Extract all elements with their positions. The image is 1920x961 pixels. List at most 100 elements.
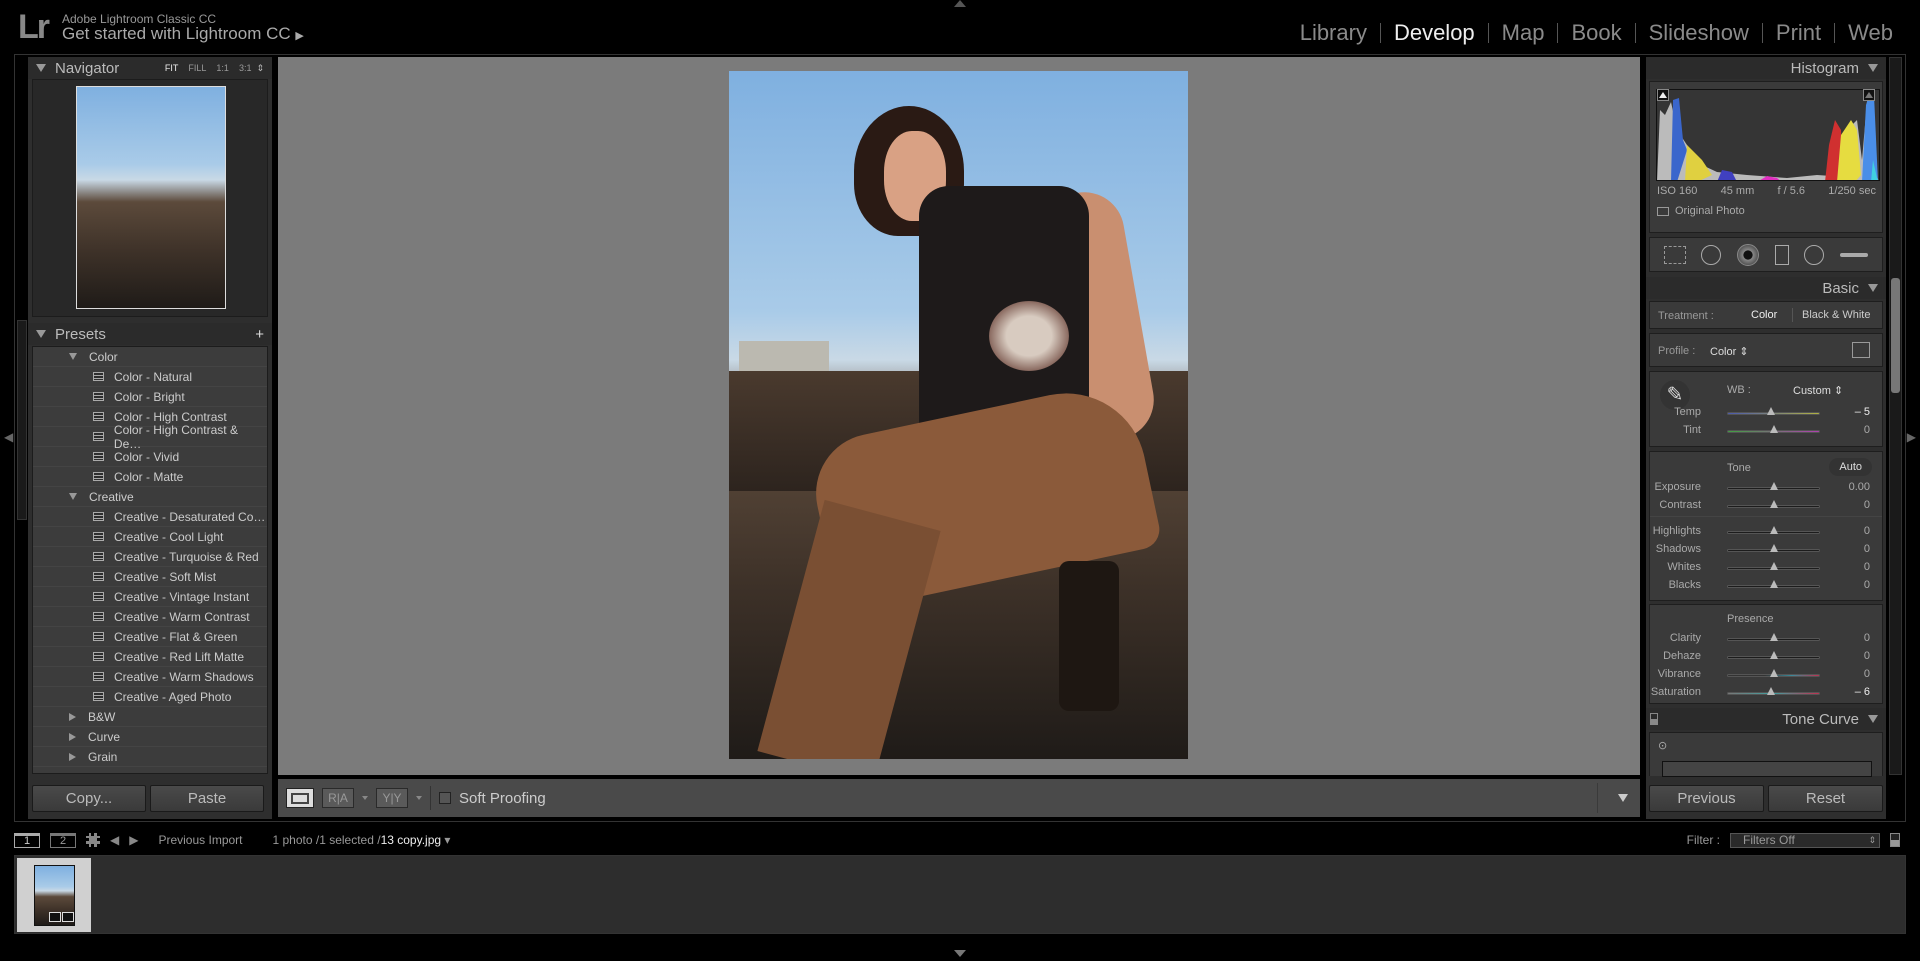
module-book[interactable]: Book	[1558, 20, 1634, 46]
module-slideshow[interactable]: Slideshow	[1636, 20, 1762, 46]
loupe-view-button[interactable]	[286, 788, 314, 808]
histogram-header[interactable]: Histogram	[1646, 57, 1886, 79]
slider-shadows[interactable]: Shadows 0	[1650, 542, 1882, 558]
forward-arrow-icon[interactable]: ▶	[129, 833, 138, 847]
slider-thumb[interactable]	[1769, 482, 1778, 490]
toolbar-menu-icon[interactable]	[1618, 794, 1628, 802]
targeted-adjustment-icon[interactable]: ⊙	[1658, 739, 1667, 752]
scrollbar-thumb[interactable]	[1891, 278, 1900, 393]
module-print[interactable]: Print	[1763, 20, 1834, 46]
spot-removal-icon[interactable]	[1701, 244, 1722, 265]
slider-value[interactable]: 0	[1830, 543, 1870, 555]
slider-value[interactable]: 0	[1830, 579, 1870, 591]
before-after-split-button[interactable]: Y|Y	[376, 788, 408, 808]
slider-vibrance[interactable]: Vibrance 0	[1650, 667, 1882, 683]
radial-filter-icon[interactable]	[1804, 244, 1825, 265]
slider-value[interactable]: – 6	[1830, 686, 1870, 698]
slider-value[interactable]: 0	[1830, 424, 1870, 436]
slider-saturation[interactable]: Saturation – 6	[1650, 685, 1882, 701]
right-panel-toggle[interactable]: ▶	[1907, 430, 1916, 444]
preset-folder[interactable]: Curve	[33, 727, 267, 747]
zoom-option-fit[interactable]: FIT	[165, 63, 179, 73]
slider-value[interactable]: 0	[1830, 650, 1870, 662]
preset-item[interactable]: Creative - Warm Contrast	[33, 607, 267, 627]
previous-button[interactable]: Previous	[1649, 785, 1764, 812]
highlight-clipping-toggle[interactable]	[1863, 89, 1875, 101]
slider-thumb[interactable]	[1769, 651, 1778, 659]
slider-thumb[interactable]	[1769, 544, 1778, 552]
auto-tone-button[interactable]: Auto	[1829, 458, 1872, 476]
second-window-button[interactable]: 2	[50, 832, 76, 848]
preset-item[interactable]: Color - High Contrast & De…	[33, 423, 267, 451]
dropdown-icon[interactable]	[416, 796, 422, 800]
tone-curve-graph[interactable]	[1662, 761, 1872, 777]
preset-folder[interactable]: Grain	[33, 747, 267, 767]
filmstrip-info[interactable]: 1 photo /1 selected /13 copy.jpg ▾	[273, 833, 451, 847]
slider-whites[interactable]: Whites 0	[1650, 560, 1882, 576]
right-panel-scrollbar[interactable]	[1889, 57, 1902, 775]
tone-curve-header[interactable]: Tone Curve	[1646, 708, 1886, 730]
navigator-header[interactable]: Navigator FIT FILL 1:1 3:1 ⇕	[28, 57, 272, 79]
profile-browser-icon[interactable]	[1852, 342, 1870, 358]
slider-thumb[interactable]	[1766, 407, 1775, 415]
slider-value[interactable]: 0.00	[1830, 481, 1870, 493]
slider-thumb[interactable]	[1769, 526, 1778, 534]
dropdown-icon[interactable]	[362, 796, 368, 800]
zoom-option-1-1[interactable]: 1:1	[216, 63, 229, 73]
shadow-clipping-toggle[interactable]	[1657, 89, 1669, 101]
module-library[interactable]: Library	[1287, 20, 1380, 46]
graduated-filter-icon[interactable]	[1774, 244, 1789, 265]
image-canvas[interactable]	[278, 57, 1640, 775]
adjustment-brush-icon[interactable]	[1840, 252, 1869, 257]
preset-item[interactable]: Color - Bright	[33, 387, 267, 407]
histogram-chart[interactable]	[1656, 89, 1880, 181]
module-web[interactable]: Web	[1835, 20, 1906, 46]
slider-blacks[interactable]: Blacks 0	[1650, 578, 1882, 594]
slider-thumb[interactable]	[1769, 669, 1778, 677]
slider-value[interactable]: – 5	[1830, 406, 1870, 418]
slider-dehaze[interactable]: Dehaze 0	[1650, 649, 1882, 665]
original-photo-toggle[interactable]: Original Photo	[1657, 205, 1745, 217]
wb-select[interactable]: Custom ⇕	[1793, 384, 1843, 397]
preset-item[interactable]: Creative - Desaturated Co…	[33, 507, 267, 527]
preset-item[interactable]: Color - Natural	[33, 367, 267, 387]
preset-folder[interactable]: Color	[33, 347, 267, 367]
soft-proofing-checkbox[interactable]	[439, 792, 451, 804]
identity-plate[interactable]: Get started with Lightroom CC ▶	[62, 24, 304, 44]
reset-button[interactable]: Reset	[1768, 785, 1883, 812]
slider-highlights[interactable]: Highlights 0	[1650, 524, 1882, 540]
basic-header[interactable]: Basic	[1646, 277, 1886, 299]
filmstrip-thumbnail[interactable]	[17, 858, 91, 932]
preset-folder[interactable]: B&W	[33, 707, 267, 727]
preset-item[interactable]: Creative - Cool Light	[33, 527, 267, 547]
module-develop[interactable]: Develop	[1381, 20, 1488, 46]
filmstrip-source[interactable]: Previous Import	[158, 833, 242, 847]
back-arrow-icon[interactable]: ◀	[110, 833, 119, 847]
filter-lock-icon[interactable]	[1890, 833, 1900, 847]
profile-select[interactable]: Color ⇕	[1710, 345, 1749, 358]
preset-item[interactable]: Creative - Flat & Green	[33, 627, 267, 647]
slider-exposure[interactable]: Exposure 0.00	[1650, 480, 1882, 496]
zoom-option-3-1[interactable]: 3:1	[239, 63, 252, 73]
navigator-preview[interactable]	[32, 79, 268, 317]
left-panel-scrollbar[interactable]	[17, 320, 27, 520]
main-window-button[interactable]: 1	[14, 832, 40, 848]
slider-value[interactable]: 0	[1830, 561, 1870, 573]
preset-item[interactable]: Creative - Soft Mist	[33, 567, 267, 587]
zoom-stepper-icon[interactable]: ⇕	[256, 63, 264, 74]
preset-item[interactable]: Color - Matte	[33, 467, 267, 487]
preset-item[interactable]: Creative - Vintage Instant	[33, 587, 267, 607]
top-panel-toggle[interactable]	[954, 0, 966, 7]
slider-thumb[interactable]	[1769, 500, 1778, 508]
paste-button[interactable]: Paste	[150, 785, 264, 812]
preset-item[interactable]: Creative - Warm Shadows	[33, 667, 267, 687]
add-preset-icon[interactable]: +	[255, 326, 264, 343]
zoom-option-fill[interactable]: FILL	[188, 63, 206, 73]
slider-contrast[interactable]: Contrast 0	[1650, 498, 1882, 514]
left-panel-toggle[interactable]: ◀	[4, 430, 13, 444]
treatment-black-white[interactable]: Black & White	[1802, 309, 1870, 321]
slider-clarity[interactable]: Clarity 0	[1650, 631, 1882, 647]
preset-item[interactable]: Creative - Turquoise & Red	[33, 547, 267, 567]
slider-value[interactable]: 0	[1830, 632, 1870, 644]
slider-thumb[interactable]	[1769, 425, 1778, 433]
